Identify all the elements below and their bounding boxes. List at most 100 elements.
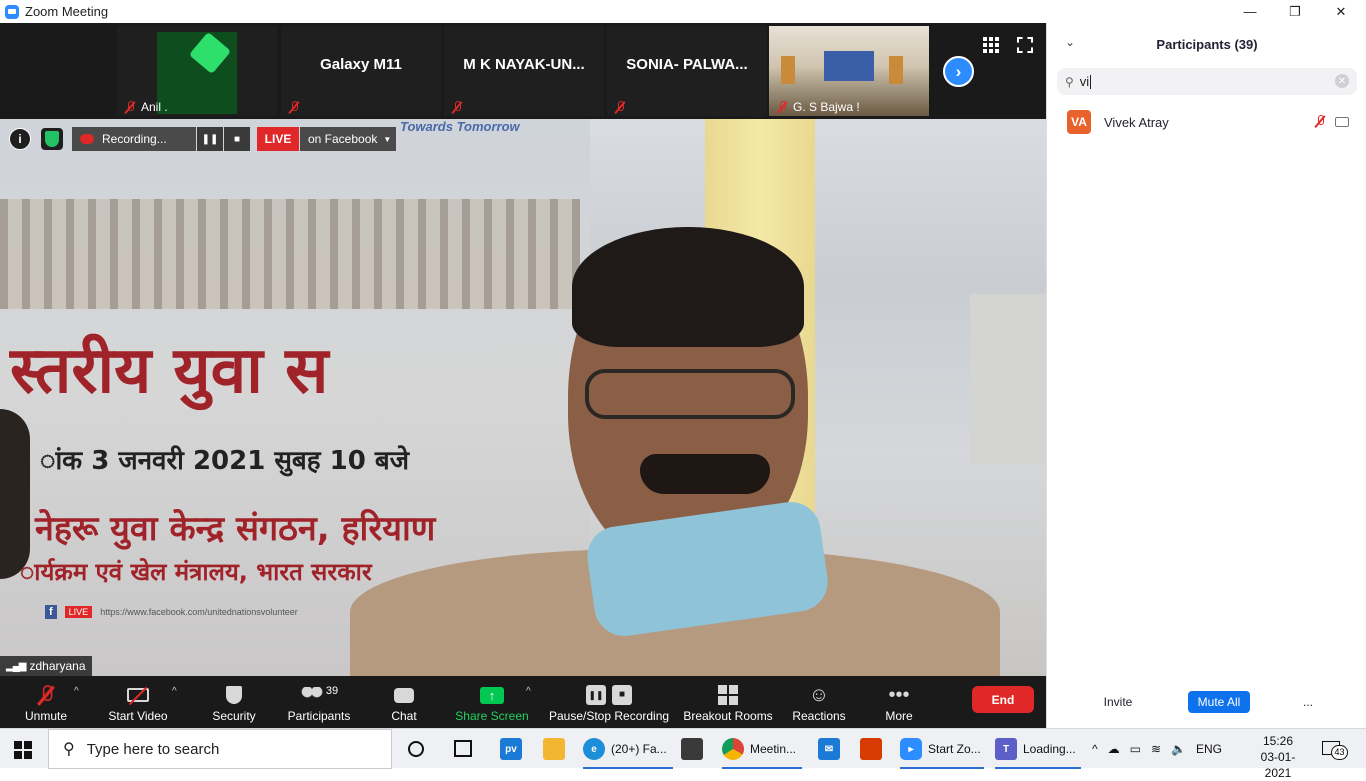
avatar: VA — [1067, 110, 1091, 134]
taskbar-app-label: Meetin... — [750, 742, 797, 756]
smiley-icon: ☺ — [808, 683, 830, 706]
pause-recording-button[interactable]: ❚❚ — [197, 127, 223, 151]
fullscreen-icon[interactable] — [1017, 37, 1033, 53]
participants-button[interactable]: 39 Participants — [285, 676, 353, 728]
prime-video-icon[interactable]: pv — [500, 738, 522, 760]
next-page-button[interactable]: › — [943, 56, 974, 87]
share-screen-label: Share Screen — [455, 709, 529, 723]
onedrive-icon[interactable]: ☁ — [1108, 742, 1120, 756]
meeting-area: Anil . Galaxy M11 M K NAYAK-UN... SONIA-… — [0, 23, 1046, 728]
mic-muted-icon — [615, 101, 625, 114]
edge-icon: e — [583, 738, 605, 760]
encryption-shield-icon[interactable] — [41, 128, 63, 150]
more-button[interactable]: ••• More — [878, 676, 920, 728]
recording-controls-icon: ❚❚ ■ — [586, 681, 632, 709]
close-button[interactable]: ✕ — [1318, 0, 1364, 23]
banner-url: https://www.facebook.com/unitednationsvo… — [100, 607, 298, 617]
window-title: Zoom Meeting — [25, 4, 109, 19]
unmute-button[interactable]: Unmute — [20, 676, 72, 728]
participant-search-input[interactable]: ⚲ vi ✕ — [1057, 68, 1357, 95]
battery-icon[interactable]: ▭ — [1130, 742, 1141, 756]
mute-all-button[interactable]: Mute All — [1188, 691, 1250, 713]
taskbar-clock[interactable]: 15:26 03-01-2021 — [1248, 733, 1308, 781]
more-label: More — [885, 709, 913, 723]
panel-more-button[interactable]: ... — [1296, 691, 1320, 713]
file-explorer-icon[interactable] — [543, 738, 565, 760]
collapse-chevron-icon[interactable]: ⌄ — [1065, 35, 1075, 49]
audio-options-caret[interactable]: ^ — [74, 686, 79, 697]
notifications-button[interactable]: 43 — [1322, 739, 1348, 760]
reactions-button[interactable]: ☺ Reactions — [791, 676, 847, 728]
live-stream-menu[interactable]: on Facebook ▼ — [300, 127, 396, 151]
start-video-label: Start Video — [108, 709, 168, 723]
mail-icon[interactable]: ✉ — [818, 738, 840, 760]
language-indicator[interactable]: ENG — [1196, 742, 1222, 756]
info-icon[interactable]: i — [9, 128, 31, 150]
start-video-button[interactable]: Start Video — [106, 676, 170, 728]
participants-label: Participants — [287, 709, 351, 723]
chevron-up-icon[interactable]: ^ — [1092, 742, 1098, 756]
mic-muted-icon[interactable] — [1315, 115, 1325, 128]
chevron-down-icon: ▼ — [383, 134, 392, 144]
invite-button[interactable]: Invite — [1095, 691, 1141, 713]
zoom-logo-icon — [5, 4, 19, 19]
participant-tile[interactable]: G. S Bajwa ! — [769, 26, 929, 116]
breakout-rooms-icon — [718, 681, 738, 709]
security-button[interactable]: Security — [208, 676, 260, 728]
recording-label: Recording... — [102, 132, 167, 146]
tile-footer — [615, 101, 625, 114]
stop-recording-button[interactable]: ■ — [224, 127, 250, 151]
taskbar-app-teams[interactable]: T Loading... — [995, 729, 1085, 769]
active-speaker-video: Towards Tomorrow स्तरीय युवा स ांक 3 जनव… — [0, 119, 1046, 676]
wifi-icon[interactable]: ≋ — [1151, 742, 1161, 756]
breakout-rooms-button[interactable]: Breakout Rooms — [683, 676, 773, 728]
cortana-icon[interactable] — [408, 741, 424, 757]
breakout-rooms-label: Breakout Rooms — [683, 709, 773, 723]
participant-tile[interactable]: Galaxy M11 — [281, 26, 441, 116]
side-person — [0, 409, 30, 579]
banner-live-tag: LIVE — [64, 606, 93, 618]
video-camera-icon[interactable] — [1335, 117, 1349, 127]
banner-footer: f LIVE https://www.facebook.com/unitedna… — [45, 605, 298, 619]
participant-row[interactable]: VA Vivek Atray — [1067, 109, 1357, 135]
participant-tile[interactable]: SONIA- PALWA... — [607, 26, 767, 116]
banner-line-3: नेहरू युवा केन्द्र संगठन, हरियाण — [35, 509, 436, 549]
shield-icon — [226, 681, 242, 709]
clock-time: 15:26 — [1262, 734, 1294, 748]
share-options-caret[interactable]: ^ — [526, 686, 531, 697]
notification-count: 43 — [1331, 745, 1348, 760]
share-screen-button[interactable]: ↑ Share Screen — [455, 676, 529, 728]
live-badge: LIVE — [257, 127, 299, 151]
stream-target: on Facebook — [308, 132, 378, 146]
pause-stop-recording-button[interactable]: ❚❚ ■ Pause/Stop Recording — [549, 676, 669, 728]
banner-line-2: ांक 3 जनवरी 2021 सुबह 10 बजे — [40, 446, 410, 476]
meeting-toolbar: Unmute ^ Start Video ^ Security 39 Parti… — [0, 676, 1046, 728]
video-options-caret[interactable]: ^ — [172, 686, 177, 697]
search-placeholder: Type here to search — [86, 740, 220, 758]
office-icon[interactable] — [860, 738, 882, 760]
taskbar-app-zoom[interactable]: ▸ Start Zo... — [900, 729, 990, 769]
task-view-icon[interactable] — [454, 740, 472, 757]
restore-button[interactable]: ❐ — [1272, 0, 1318, 23]
window-titlebar: Zoom Meeting — [0, 0, 1366, 23]
taskbar-app-chrome[interactable]: Meetin... — [722, 729, 812, 769]
more-dots-icon: ••• — [888, 683, 910, 706]
windows-start-icon[interactable] — [14, 741, 32, 759]
volume-icon[interactable]: 🔈 — [1171, 742, 1186, 756]
participant-name: Vivek Atray — [1104, 114, 1169, 130]
end-meeting-button[interactable]: End — [972, 686, 1034, 713]
participants-icon: 39 — [299, 681, 338, 709]
tile-footer: Anil . — [125, 100, 168, 114]
store-icon[interactable] — [681, 738, 703, 760]
unmute-label: Unmute — [24, 709, 68, 723]
tile-name: Anil . — [141, 100, 168, 114]
participant-tile[interactable]: Anil . — [117, 26, 277, 116]
chat-button[interactable]: Chat — [384, 676, 424, 728]
participant-tile[interactable]: M K NAYAK-UN... — [444, 26, 604, 116]
minimize-button[interactable]: — — [1227, 0, 1273, 23]
clear-search-icon[interactable]: ✕ — [1335, 74, 1349, 88]
mic-muted-icon — [452, 101, 462, 114]
gallery-view-icon[interactable] — [983, 37, 999, 53]
taskbar-search-input[interactable]: ⚲ Type here to search — [48, 729, 392, 769]
taskbar-app-label: Start Zo... — [928, 742, 981, 756]
